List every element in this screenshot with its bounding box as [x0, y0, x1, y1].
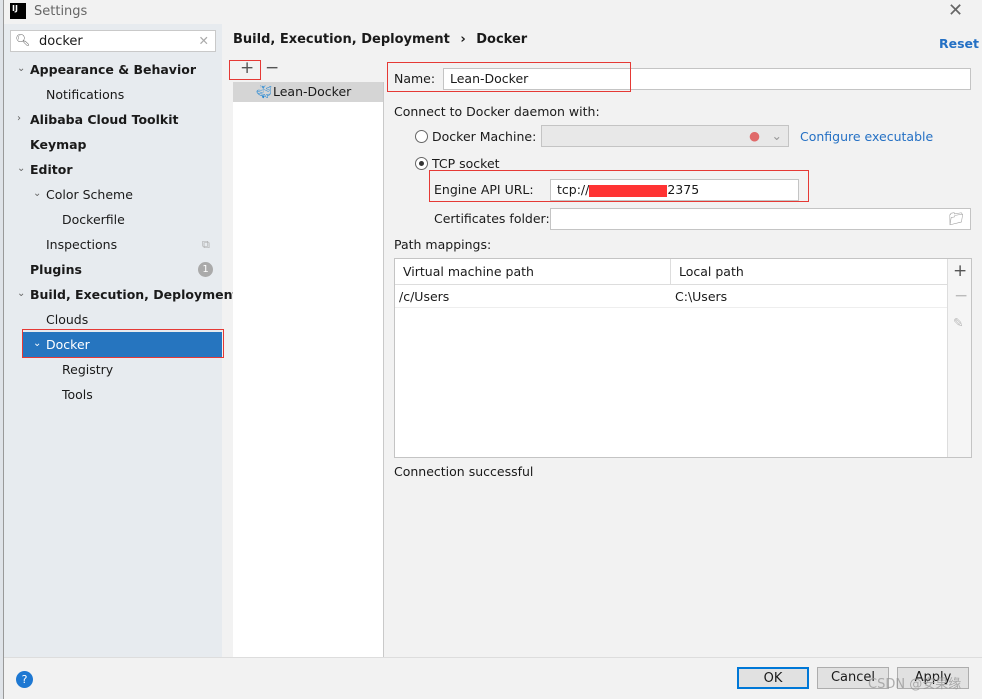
- chevron-down-icon[interactable]: ⌄: [33, 338, 41, 349]
- highlight-box: [429, 170, 809, 202]
- title-bar: [4, 0, 982, 24]
- add-mapping-icon[interactable]: +: [953, 261, 967, 281]
- close-icon[interactable]: ✕: [948, 0, 963, 21]
- sidebar-item[interactable]: Clouds: [46, 307, 88, 332]
- edit-icon[interactable]: ✎: [953, 315, 963, 330]
- search-input[interactable]: 🔍︎ docker ✕: [10, 30, 216, 52]
- plugins-badge: 1: [198, 262, 213, 277]
- sidebar-item[interactable]: Build, Execution, Deployment: [30, 282, 238, 307]
- docker-machine-radio[interactable]: [415, 130, 428, 143]
- breadcrumb: Build, Execution, Deployment › Docker: [233, 32, 527, 47]
- sidebar-item[interactable]: Keymap: [30, 132, 87, 157]
- chevron-down-icon: ⌄: [771, 128, 782, 143]
- reset-link[interactable]: Reset: [939, 36, 979, 51]
- highlight-box: [387, 62, 631, 92]
- breadcrumb-parent[interactable]: Build, Execution, Deployment: [233, 32, 450, 47]
- ok-button[interactable]: OK: [737, 667, 809, 689]
- sidebar-item[interactable]: Dockerfile: [62, 207, 125, 232]
- sidebar-item[interactable]: Plugins: [30, 257, 82, 282]
- list-item-label: Lean-Docker: [273, 84, 352, 99]
- certificates-label: Certificates folder:: [434, 211, 550, 226]
- certificates-input[interactable]: 📁︎: [550, 208, 971, 230]
- chevron-down-icon[interactable]: ⌄: [33, 188, 41, 199]
- sidebar-item[interactable]: Notifications: [46, 82, 124, 107]
- table-row[interactable]: /c/Users C:\Users: [395, 285, 947, 308]
- tcp-socket-radio[interactable]: [415, 157, 428, 170]
- clear-icon[interactable]: ✕: [199, 33, 209, 48]
- configure-executable-link[interactable]: Configure executable: [800, 129, 933, 144]
- docker-list: [233, 82, 384, 657]
- connect-label: Connect to Docker daemon with:: [394, 104, 600, 119]
- chevron-right-icon[interactable]: ›: [17, 113, 21, 124]
- sidebar-item[interactable]: Editor: [30, 157, 73, 182]
- search-value: docker: [39, 34, 83, 49]
- path-mappings-label: Path mappings:: [394, 237, 492, 252]
- chevron-down-icon[interactable]: ⌄: [17, 163, 25, 174]
- docker-machine-select[interactable]: ● ⌄: [541, 125, 789, 147]
- search-icon: 🔍︎: [15, 33, 31, 47]
- sidebar-item[interactable]: Color Scheme: [46, 182, 133, 207]
- remove-icon[interactable]: −: [265, 58, 279, 78]
- watermark: CSDN @安果缘: [868, 677, 962, 692]
- connection-status: Connection successful: [394, 464, 534, 479]
- error-icon: ●: [749, 128, 760, 143]
- folder-icon[interactable]: 📁︎: [948, 209, 964, 229]
- column-header[interactable]: Virtual machine path: [403, 264, 534, 279]
- sidebar-item[interactable]: Appearance & Behavior: [30, 57, 196, 82]
- breadcrumb-current: Docker: [476, 32, 528, 47]
- sidebar-item[interactable]: Registry: [62, 357, 113, 382]
- chevron-down-icon[interactable]: ⌄: [17, 288, 25, 299]
- chevron-down-icon[interactable]: ⌄: [17, 63, 25, 74]
- table-cell: /c/Users: [399, 289, 450, 304]
- docker-machine-label: Docker Machine:: [432, 129, 537, 144]
- help-icon[interactable]: ?: [16, 671, 33, 688]
- sidebar-item[interactable]: Inspections: [46, 232, 117, 257]
- table-header: Virtual machine path Local path: [395, 259, 947, 285]
- window-title: Settings: [34, 4, 88, 19]
- remove-mapping-icon[interactable]: −: [954, 286, 968, 306]
- app-logo-icon: IJ: [10, 3, 26, 19]
- sidebar-item[interactable]: Tools: [62, 382, 93, 407]
- path-mappings-table: Virtual machine path Local path /c/Users…: [394, 258, 972, 458]
- highlight-box: [229, 60, 261, 80]
- table-cell: C:\Users: [675, 289, 728, 304]
- sidebar-item[interactable]: Docker: [46, 332, 90, 357]
- tcp-socket-label: TCP socket: [432, 156, 500, 171]
- column-header[interactable]: Local path: [670, 259, 752, 285]
- copy-icon: ⧉: [202, 238, 210, 251]
- sidebar-item[interactable]: Alibaba Cloud Toolkit: [30, 107, 179, 132]
- breadcrumb-separator: ›: [460, 32, 466, 47]
- docker-icon: 🐳︎: [256, 84, 272, 99]
- table-toolbar: + − ✎: [947, 259, 971, 457]
